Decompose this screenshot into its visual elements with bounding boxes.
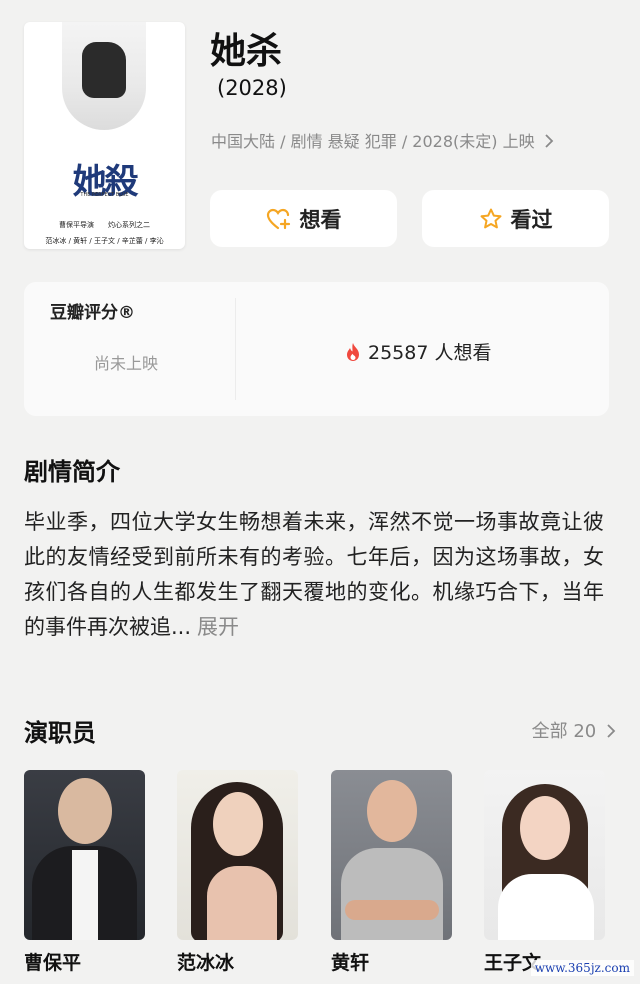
chevron-right-icon — [607, 724, 616, 738]
movie-meta-link[interactable]: 中国大陆 / 剧情 悬疑 犯罪 / 2028(未定) 上映 — [211, 128, 554, 152]
poster-cast: 范冰冰 / 黄轩 / 王子文 / 辛芷蕾 / 李沁 — [45, 237, 164, 245]
rating-card: 豆瓣评分® 尚未上映 25587 人想看 — [24, 282, 609, 416]
heart-plus-icon — [266, 208, 290, 229]
want-count: 25587 人想看 — [344, 338, 491, 365]
cast-all-label: 全部 20 — [531, 721, 597, 742]
plot-summary: 毕业季，四位大学女生畅想着未来，浑然不觉一场事故竟让彼此的友情经受到前所未有的考… — [24, 505, 604, 645]
cast-photo — [24, 770, 145, 940]
cast-photo — [484, 770, 605, 940]
cast-member-card[interactable]: 黄轩 — [331, 770, 452, 975]
fire-icon — [347, 342, 359, 361]
rating-divider — [235, 298, 236, 400]
cast-photo — [331, 770, 452, 940]
cast-name: 范冰冰 — [177, 952, 235, 974]
want-to-watch-button[interactable]: 想看 — [210, 190, 397, 247]
cast-member-card[interactable]: 王子文 — [484, 770, 605, 975]
cast-section-title: 演职员 — [24, 719, 96, 747]
movie-title: 她杀 — [210, 31, 283, 72]
cast-name: 黄轩 — [331, 952, 370, 974]
cast-member-card[interactable]: 范冰冰 — [177, 770, 298, 975]
watermark: www.365jz.com — [530, 960, 634, 976]
chevron-right-icon — [545, 134, 553, 148]
star-icon — [480, 208, 501, 228]
watched-button[interactable]: 看过 — [422, 190, 609, 247]
watched-label: 看过 — [510, 207, 553, 232]
cast-member-card[interactable]: 曹保平 — [24, 770, 145, 975]
expand-plot-link[interactable]: 展开 — [197, 615, 239, 639]
rating-status: 尚未上映 — [94, 354, 159, 373]
cast-photo — [177, 770, 298, 940]
movie-year: (2028) — [217, 76, 287, 100]
want-to-watch-label: 想看 — [299, 207, 342, 232]
plot-section-title: 剧情简介 — [24, 458, 120, 486]
douban-rating-label: 豆瓣评分® — [50, 303, 135, 323]
cast-all-link[interactable]: 全部 20 — [532, 717, 616, 743]
poster-subtitle: THE PERFECT BLUE — [80, 192, 129, 198]
want-count-text: 25587 人想看 — [368, 342, 492, 364]
poster-figure-graphic — [82, 42, 126, 98]
movie-meta-text: 中国大陆 / 剧情 悬疑 犯罪 / 2028(未定) 上映 — [211, 132, 535, 151]
plot-text: 毕业季，四位大学女生畅想着未来，浑然不觉一场事故竟让彼此的友情经受到前所未有的考… — [24, 510, 604, 639]
cast-name: 曹保平 — [24, 952, 82, 974]
poster-credit: 曹保平导演 灼心系列之二 — [59, 221, 150, 229]
movie-poster[interactable]: 她殺 THE PERFECT BLUE 曹保平导演 灼心系列之二 范冰冰 / 黄… — [24, 22, 185, 249]
